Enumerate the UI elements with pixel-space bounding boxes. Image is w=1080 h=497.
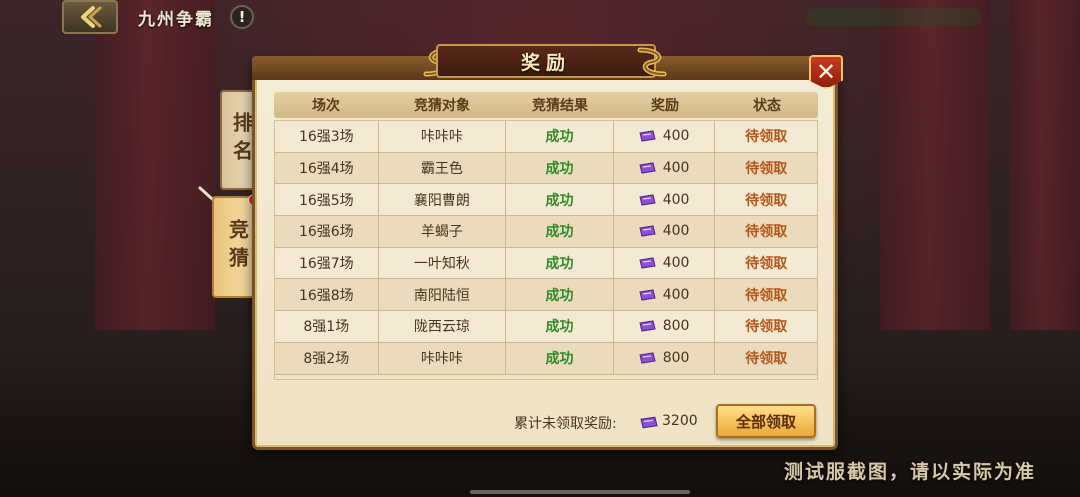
header-result: 竞猜结果: [532, 98, 588, 114]
cell-target: 一叶知秋: [379, 247, 507, 279]
table-row: 16强6场 羊蝎子 成功 400 待领取: [275, 216, 817, 248]
top-bar: 九州争霸 !: [62, 0, 254, 34]
header-reward: 奖励: [651, 98, 679, 114]
header-match: 场次: [312, 98, 340, 114]
table-row: 16强5场 襄阳曹朗 成功 400 待领取: [275, 184, 817, 217]
cell-status: 待领取: [745, 319, 788, 336]
close-icon: ✕: [815, 58, 837, 86]
cell-result: 成功: [506, 311, 614, 342]
cell-match: 16强5场: [275, 184, 379, 216]
purple-gem-icon: [639, 130, 656, 142]
table-row: 16强4场 霸王色 成功 400 待领取: [275, 152, 817, 185]
cell-reward: 400: [614, 184, 716, 216]
cell-match: 16强3场: [275, 121, 379, 152]
scroll-ornament-right-icon: [637, 47, 667, 77]
reward-amount: 400: [662, 128, 690, 145]
cell-reward: 800: [614, 342, 716, 374]
table-row: 16强7场 一叶知秋 成功 400 待领取: [275, 247, 817, 280]
cell-target: 霸王色: [379, 152, 507, 184]
purple-gem-icon: [639, 194, 656, 206]
purple-gem-icon: [639, 352, 656, 364]
cell-reward: 400: [614, 152, 716, 184]
reward-amount: 400: [662, 286, 690, 303]
purple-gem-icon: [639, 289, 656, 301]
cell-result: 成功: [506, 342, 614, 374]
cell-result: 成功: [506, 279, 614, 311]
cell-status: 待领取: [745, 224, 788, 241]
table-row: 16强3场 咔咔咔 成功 400 待领取: [275, 121, 817, 153]
cell-match: 8强1场: [275, 311, 379, 342]
cell-target: 襄阳曹朗: [379, 184, 507, 216]
cell-status: 待领取: [745, 129, 788, 146]
cell-reward: 400: [614, 216, 716, 247]
purple-gem-icon: [640, 416, 658, 429]
purple-gem-icon: [639, 162, 656, 174]
cell-result: 成功: [506, 184, 614, 216]
reward-table[interactable]: 16强3场 咔咔咔 成功 400 待领取 16强4场 霸王色 成功 400 待领…: [274, 120, 818, 380]
home-indicator[interactable]: [470, 490, 690, 494]
top-status-bar: [806, 8, 982, 26]
cell-reward: 400: [614, 121, 716, 152]
table-row: 8强2场 咔咔咔 成功 800 待领取: [275, 342, 817, 375]
table-row: 8强1场 陇西云琼 成功 800 待领取: [275, 311, 817, 343]
back-arrow-icon: [81, 6, 102, 28]
unclaimed-total-label: 累计未领取奖励:: [514, 416, 617, 432]
cell-reward: 400: [614, 247, 716, 279]
cell-status: 待领取: [745, 161, 788, 178]
unclaimed-total-value: 3200: [662, 413, 698, 429]
cell-status: 待领取: [745, 351, 788, 368]
table-header: 场次 竞猜对象 竞猜结果 奖励 状态: [274, 92, 818, 118]
panel-title-plate: 奖励: [436, 44, 656, 78]
reward-amount: 400: [662, 191, 690, 208]
cell-target: 羊蝎子: [379, 216, 507, 247]
reward-amount: 400: [662, 160, 690, 177]
cell-status: 待领取: [745, 256, 788, 273]
cell-status: 待领取: [745, 287, 788, 304]
cell-target: 南阳陆恒: [379, 279, 507, 311]
cell-target: 陇西云琼: [379, 311, 507, 342]
info-button[interactable]: !: [230, 5, 254, 29]
test-server-watermark: 测试服截图，请以实际为准: [784, 461, 1037, 483]
tab-guess-label: 竞猜: [225, 219, 250, 275]
cell-reward: 400: [614, 279, 716, 311]
cell-reward: 800: [614, 311, 716, 342]
cell-match: 16强8场: [275, 279, 379, 311]
cell-status: 待领取: [745, 192, 788, 209]
reward-amount: 800: [662, 350, 690, 367]
cell-result: 成功: [506, 247, 614, 279]
header-target: 竞猜对象: [414, 98, 470, 114]
cell-match: 16强4场: [275, 152, 379, 184]
cell-result: 成功: [506, 121, 614, 152]
reward-amount: 800: [662, 318, 690, 335]
cell-match: 8强2场: [275, 342, 379, 374]
panel-title: 奖励: [520, 51, 571, 74]
claim-all-button[interactable]: 全部领取: [716, 404, 816, 438]
table-row: 16强8场 南阳陆恒 成功 400 待领取: [275, 279, 817, 312]
purple-gem-icon: [639, 320, 656, 333]
page-title: 九州争霸: [138, 9, 214, 30]
cell-result: 成功: [506, 216, 614, 247]
reward-amount: 400: [662, 255, 690, 272]
back-button[interactable]: [62, 0, 118, 34]
purple-gem-icon: [639, 257, 656, 269]
cell-target: 咔咔咔: [379, 121, 507, 152]
header-status: 状态: [753, 98, 781, 114]
cell-result: 成功: [506, 152, 614, 184]
purple-gem-icon: [639, 225, 656, 237]
cell-match: 16强7场: [275, 247, 379, 279]
reward-amount: 400: [662, 223, 690, 240]
cell-match: 16强6场: [275, 216, 379, 247]
cell-target: 咔咔咔: [379, 342, 507, 374]
